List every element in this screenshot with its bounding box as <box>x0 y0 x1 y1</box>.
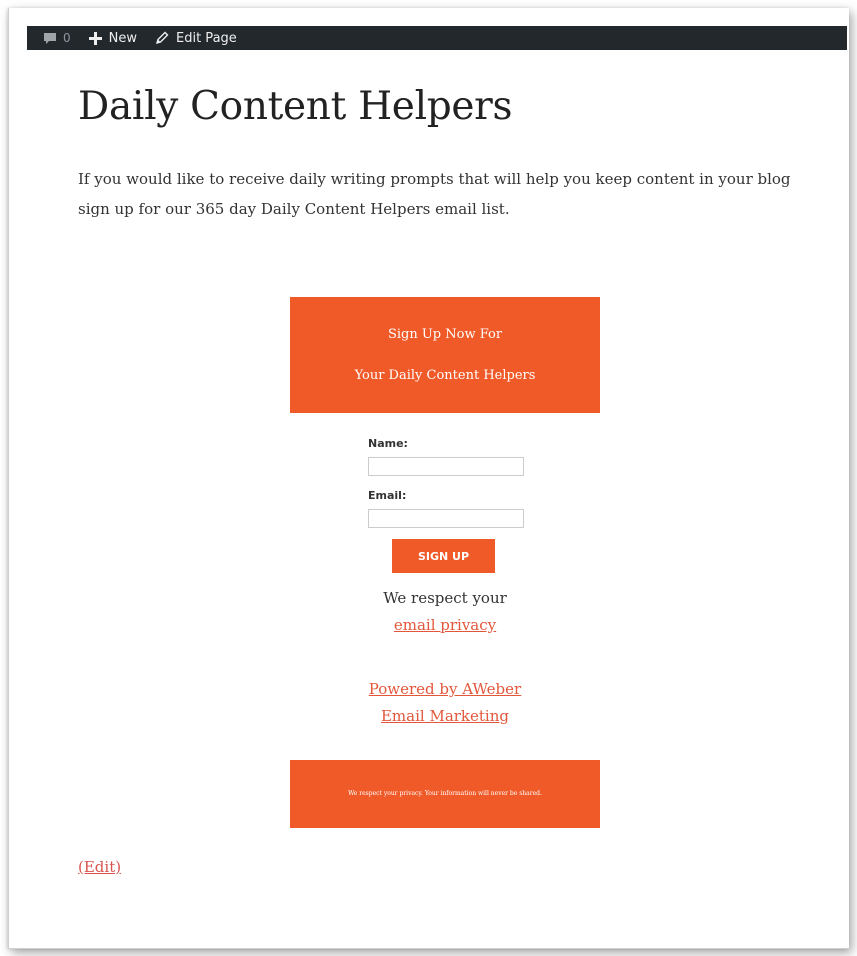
intro-text: If you would like to receive daily writi… <box>78 170 791 218</box>
privacy-note-text: We respect your privacy. Your informatio… <box>348 790 542 797</box>
admin-bar: 0 New Edit Page <box>27 26 847 50</box>
edit-link[interactable]: (Edit) <box>78 858 121 876</box>
email-input[interactable] <box>368 509 524 528</box>
powered-by-aweber-link[interactable]: Powered by AWeber <box>369 680 521 698</box>
admin-bar-edit-page[interactable]: Edit Page <box>155 31 237 46</box>
privacy-intro-text: We respect your <box>383 589 507 607</box>
privacy-link-wrap: email privacy <box>290 616 600 634</box>
new-label: New <box>108 30 137 46</box>
signup-header-banner: Sign Up Now For Your Daily Content Helpe… <box>290 297 600 413</box>
sign-up-button[interactable]: SIGN UP <box>392 539 495 573</box>
powered-by-wrap-1: Powered by AWeber <box>290 680 600 698</box>
admin-bar-comments[interactable]: 0 <box>43 31 71 45</box>
pencil-icon <box>155 31 169 45</box>
privacy-note-banner: We respect your privacy. Your informatio… <box>290 760 600 828</box>
plus-icon <box>88 31 102 45</box>
name-input[interactable] <box>368 457 524 476</box>
email-marketing-link[interactable]: Email Marketing <box>381 707 509 725</box>
name-label: Name: <box>368 437 408 450</box>
email-privacy-link[interactable]: email privacy <box>394 616 496 634</box>
comment-icon <box>43 32 57 45</box>
email-label: Email: <box>368 489 407 502</box>
edit-page-label: Edit Page <box>176 30 237 46</box>
powered-by-wrap-2: Email Marketing <box>290 707 600 725</box>
signup-header-line2: Your Daily Content Helpers <box>354 368 536 383</box>
page-title: Daily Content Helpers <box>78 84 513 129</box>
admin-bar-new[interactable]: New <box>88 30 137 46</box>
signup-header-line1: Sign Up Now For <box>387 327 503 342</box>
comments-count: 0 <box>63 31 71 45</box>
